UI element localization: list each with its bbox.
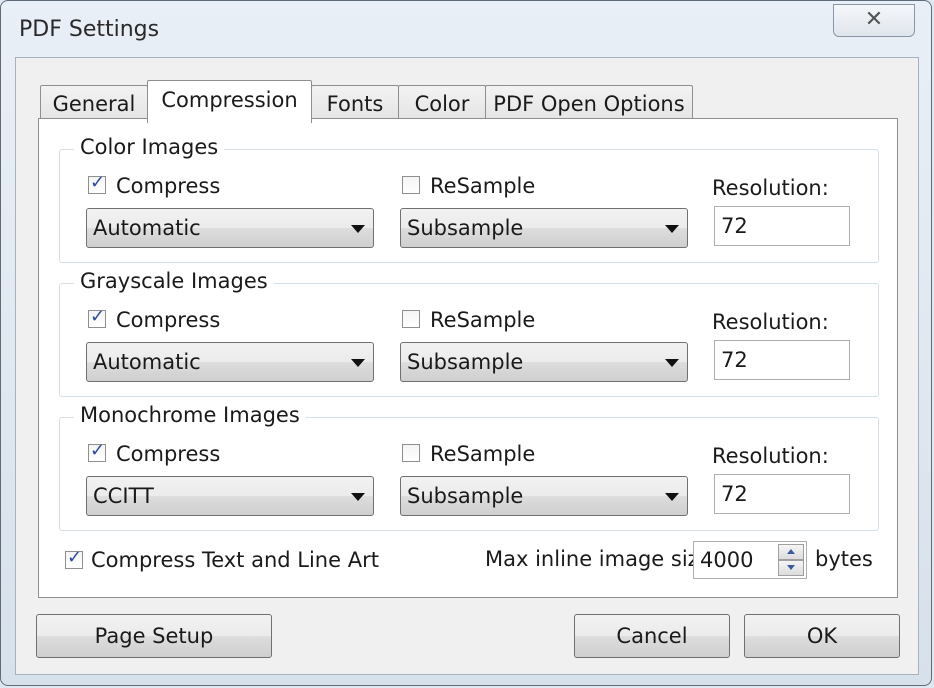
pdf-settings-dialog: PDF Settings ✕ General Compression Fonts… (0, 0, 932, 686)
tab-compression[interactable]: Compression (147, 80, 312, 123)
color-compress-label: Compress (116, 174, 221, 198)
input-value: 4000 (700, 548, 754, 572)
color-resolution-label: Resolution: (712, 176, 829, 200)
page-setup-button[interactable]: Page Setup (36, 614, 272, 658)
input-value: 72 (721, 348, 748, 372)
color-compress-checkbox[interactable] (88, 172, 106, 194)
spin-down-button[interactable] (778, 560, 804, 576)
input-value: 72 (721, 214, 748, 238)
monochrome-method-dropdown[interactable]: CCITT (86, 476, 374, 516)
compress-text-checkbox[interactable] (65, 547, 83, 569)
grayscale-resolution-input[interactable]: 72 (714, 340, 850, 380)
chevron-down-icon (351, 225, 365, 233)
color-resample-label: ReSample (430, 174, 536, 198)
selected-value: Subsample (407, 484, 524, 508)
grayscale-method-dropdown[interactable]: Automatic (86, 342, 374, 382)
grayscale-resample-dropdown[interactable]: Subsample (400, 342, 688, 382)
group-title: Grayscale Images (74, 269, 274, 293)
close-button[interactable]: ✕ (833, 4, 915, 37)
chevron-down-icon (665, 225, 679, 233)
tab-fonts[interactable]: Fonts (311, 85, 399, 122)
chevron-down-icon (665, 359, 679, 367)
title-bar: PDF Settings ✕ (1, 1, 931, 57)
color-resample-checkbox[interactable] (402, 176, 420, 194)
monochrome-resample-checkbox[interactable] (402, 444, 420, 462)
selected-value: CCITT (93, 484, 154, 508)
monochrome-resample-label: ReSample (430, 442, 536, 466)
color-resample-dropdown[interactable]: Subsample (400, 208, 688, 248)
input-value: 72 (721, 482, 748, 506)
monochrome-resolution-input[interactable]: 72 (714, 474, 850, 514)
selected-value: Automatic (93, 350, 201, 374)
grayscale-compress-label: Compress (116, 308, 221, 332)
chevron-down-icon (351, 493, 365, 501)
tab-general[interactable]: General (40, 85, 148, 122)
max-inline-label: Max inline image size (485, 547, 712, 571)
group-title: Monochrome Images (74, 403, 306, 427)
max-inline-size-input[interactable]: 4000 (693, 541, 807, 579)
compression-panel: Color Images Compress ReSample Resolutio… (38, 118, 898, 598)
selected-value: Subsample (407, 216, 524, 240)
close-icon: ✕ (864, 7, 884, 32)
group-title: Color Images (74, 135, 225, 159)
monochrome-images-group: Monochrome Images Compress ReSample Reso… (59, 403, 879, 531)
monochrome-resample-dropdown[interactable]: Subsample (400, 476, 688, 516)
selected-value: Subsample (407, 350, 524, 374)
tab-color[interactable]: Color (398, 85, 486, 122)
color-images-group: Color Images Compress ReSample Resolutio… (59, 135, 879, 263)
compress-text-label: Compress Text and Line Art (91, 548, 379, 572)
monochrome-compress-checkbox[interactable] (88, 440, 106, 462)
dialog-body: General Compression Fonts Color PDF Open… (15, 57, 919, 675)
grayscale-resample-checkbox[interactable] (402, 310, 420, 328)
bytes-unit-label: bytes (815, 547, 873, 571)
tab-pdf-open-options[interactable]: PDF Open Options (485, 85, 693, 122)
grayscale-images-group: Grayscale Images Compress ReSample Resol… (59, 269, 879, 397)
grayscale-resolution-label: Resolution: (712, 310, 829, 334)
chevron-down-icon (665, 493, 679, 501)
monochrome-resolution-label: Resolution: (712, 444, 829, 468)
chevron-down-icon (351, 359, 365, 367)
window-title: PDF Settings (19, 17, 160, 42)
monochrome-compress-label: Compress (116, 442, 221, 466)
ok-button[interactable]: OK (744, 614, 900, 658)
grayscale-resample-label: ReSample (430, 308, 536, 332)
color-resolution-input[interactable]: 72 (714, 206, 850, 246)
selected-value: Automatic (93, 216, 201, 240)
grayscale-compress-checkbox[interactable] (88, 306, 106, 328)
cancel-button[interactable]: Cancel (574, 614, 730, 658)
spin-up-button[interactable] (778, 544, 804, 560)
color-method-dropdown[interactable]: Automatic (86, 208, 374, 248)
